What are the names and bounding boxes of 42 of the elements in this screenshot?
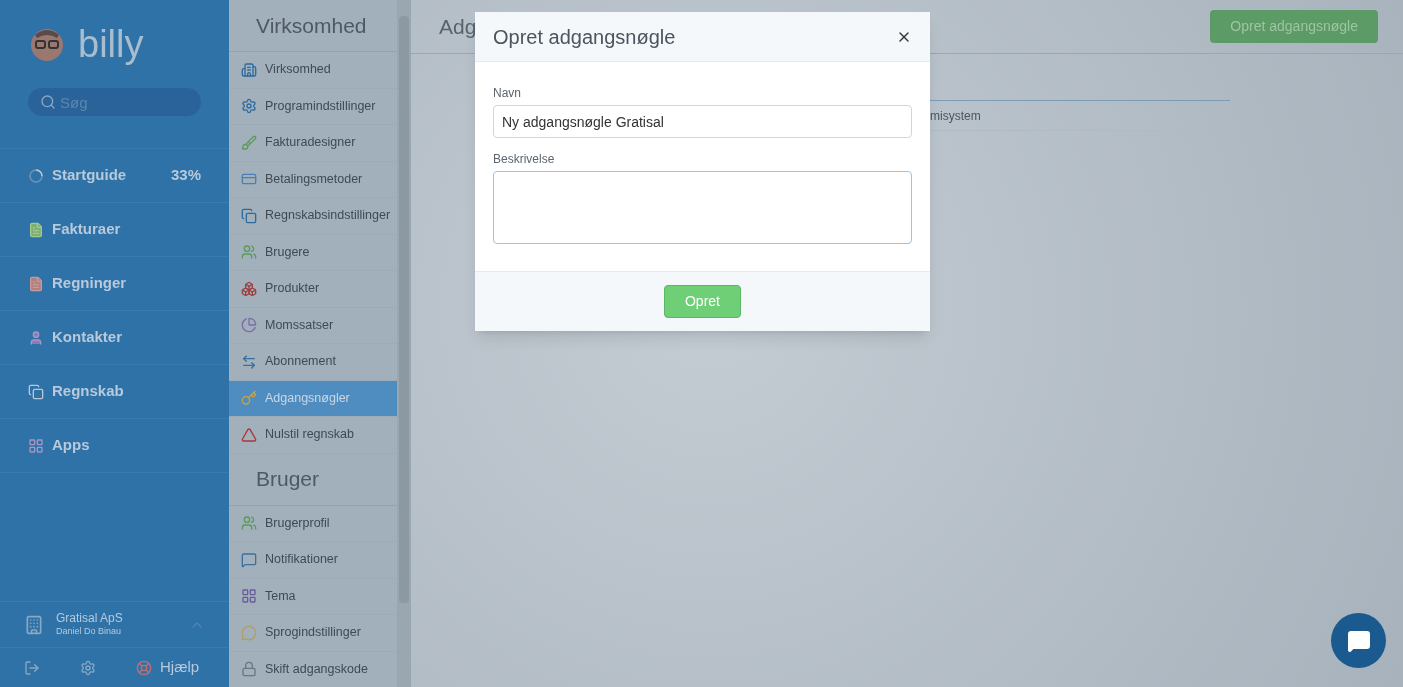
logout-icon[interactable] [24,659,40,676]
section-heading: Bruger [256,466,320,493]
search-icon [40,94,56,110]
apps-icon [28,437,44,454]
speech-bubble-icon [241,624,257,641]
triangle-icon [241,426,257,443]
users-icon [241,515,257,532]
name-field[interactable]: Ny adgangsnøgle Gratisal [493,105,912,138]
copy-icon [28,383,44,400]
company-name: Gratisal ApS [56,611,124,627]
logo-text: billy [78,25,144,63]
user-name: Daniel Do Binau [56,626,123,638]
copy-icon [241,207,257,224]
field-label: Navn [493,85,522,102]
table-cell-text: misystem [930,107,981,125]
page-title: Adg [439,13,477,40]
person-icon [28,329,44,346]
lock-icon [241,661,257,678]
key-icon [241,390,257,407]
lifebuoy-icon [136,659,152,676]
document-icon [28,221,44,238]
building-icon [241,61,257,78]
users-icon [241,244,257,261]
help-button[interactable]: Hjælp [136,656,200,679]
progress-ring-icon [28,167,44,184]
brush-icon [241,134,257,151]
settings-menu-item[interactable]: Adgangsnøgler [229,380,397,417]
pie-chart-icon [241,317,257,334]
building-icon [24,614,44,635]
arrows-icon [241,353,257,370]
description-field[interactable] [493,171,912,244]
field-label: Beskrivelse [493,151,556,168]
settings-icon [241,98,257,115]
boxes-icon [241,280,257,297]
progress-value: 33% [170,165,201,186]
chat-icon [1346,628,1371,653]
chat-icon [241,551,257,568]
settings-icon[interactable] [80,659,96,676]
section-heading: Virksomhed [256,12,367,39]
grid-icon [241,588,257,605]
document-icon [28,275,44,292]
modal-title: Opret adgangsnøgle [493,24,676,50]
